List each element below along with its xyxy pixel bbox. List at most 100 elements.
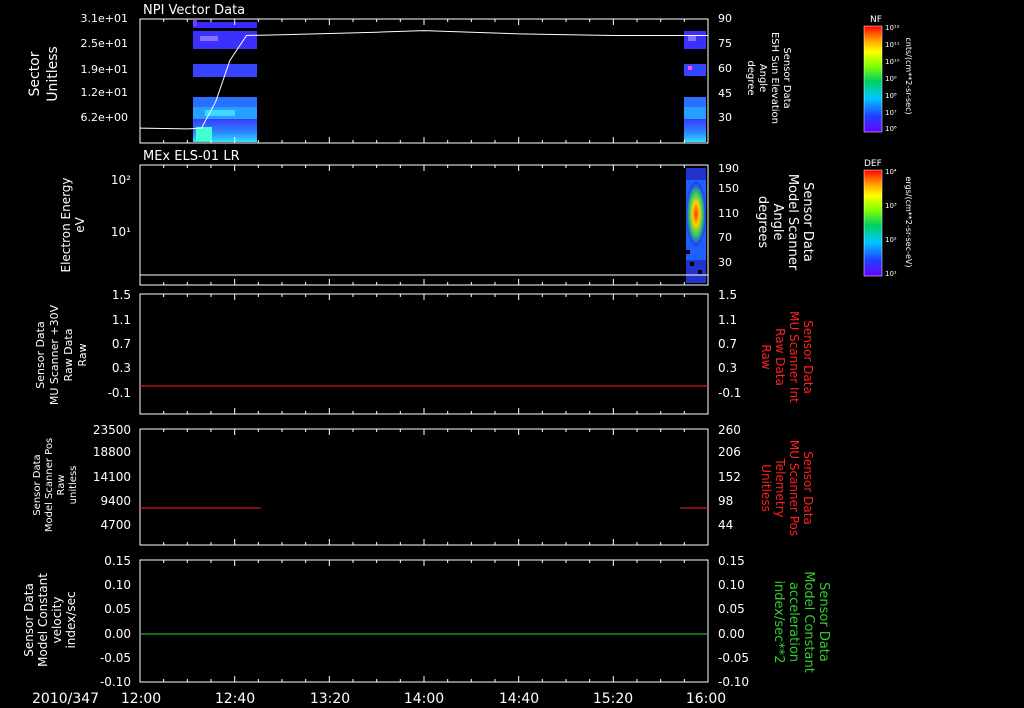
time-tick-label: 16:00	[686, 691, 726, 707]
panel-5-left-ylabel: Sensor Data Model Constant velocity inde…	[22, 573, 78, 667]
panel-3-right-ticklabels: 1.5 1.1 0.7 0.3 -0.1	[718, 288, 741, 400]
colorbar-tick-label: 10²	[885, 236, 897, 244]
colorbar-tick-label: 10¹	[885, 270, 897, 278]
panel-5-ylabel-line: Model Constant	[36, 573, 50, 667]
panel-2-frame	[139, 164, 709, 286]
colorbar-tick-label: 10¹⁰	[885, 58, 900, 66]
y-tick-label: 45	[718, 87, 732, 100]
y-tick-label: -0.1	[718, 386, 741, 400]
y-tick-label: 0.7	[112, 337, 131, 351]
panel-4-right-label-line: Telemetry	[773, 457, 787, 517]
panel-2-heatmap	[686, 168, 706, 283]
panel-4-right-label-line: Unitless	[759, 464, 773, 512]
panel-1-right-ticklabels: 90 75 60 45 30	[718, 12, 732, 124]
y-tick-label: 110	[718, 207, 739, 220]
y-tick-label: -0.05	[718, 651, 749, 665]
panel-2-ylabel-line: eV	[73, 216, 87, 232]
colorbar-tick-label: 10⁷	[885, 109, 897, 117]
panel-1-title: NPI Vector Data	[143, 3, 245, 18]
y-tick-label: 0.3	[112, 361, 131, 375]
colorbar-tick-label: 10⁸	[885, 92, 897, 100]
panel-4-ylabel-line: Raw	[56, 474, 67, 495]
panel-5-frame	[139, 559, 709, 683]
y-tick-label: 0.00	[104, 627, 131, 641]
colorbar-nf-label: NF	[870, 15, 882, 25]
y-tick-label: 1.9e+01	[81, 63, 128, 76]
panel-3-ylabel-line: Sensor Data	[34, 321, 47, 388]
panel-1-right-ylabel: Sensor Data ESH Sun Elevation Angle degr…	[745, 32, 792, 124]
panel-2: MEx ELS-01 LR Electron Energy eV 10² 10¹…	[59, 149, 815, 286]
panel-2-right-label-line: degrees	[755, 196, 770, 249]
panel-5-right-ticklabels: 0.15 0.10 0.05 0.00 -0.05 -0.10	[718, 554, 749, 689]
time-tick-label: 14:40	[499, 691, 539, 707]
panel-5-right-label-line: Sensor Data	[816, 582, 831, 662]
panel-5-right-label-line: index/sec**2	[771, 580, 786, 663]
panel-1-right-label-line: ESH Sun Elevation	[769, 32, 780, 124]
y-tick-label: 30	[718, 256, 732, 269]
panel-3: Sensor Data MU Scanner +30V Raw Data Raw…	[34, 288, 815, 415]
y-tick-label: 4700	[100, 518, 131, 532]
panel-5-left-ticklabels: 0.15 0.10 0.05 0.00 -0.05 -0.10	[100, 554, 131, 689]
panel-1-heatmap	[193, 20, 706, 142]
y-tick-label: 14100	[93, 470, 131, 484]
heatmap-cell	[196, 127, 212, 141]
heatmap-cell	[684, 97, 706, 107]
y-tick-label: -0.10	[100, 675, 131, 689]
y-tick-label: 0.00	[718, 627, 745, 641]
y-tick-label: 0.05	[718, 602, 745, 616]
panel-3-ylabel-line: Raw Data	[62, 329, 75, 382]
panel-1-right-label-line: degree	[745, 60, 756, 95]
panel-1-left-ylabel: Sector Unitless	[27, 46, 61, 102]
colorbar-tick-label: 10⁹	[885, 75, 897, 83]
y-tick-label: 0.3	[718, 361, 737, 375]
y-tick-label: 206	[718, 445, 741, 459]
panel-5-ylabel-line: velocity	[50, 597, 64, 644]
panel-4-right-ticklabels: 260 206 152 98 44	[718, 423, 741, 532]
time-tick-label: 12:40	[215, 691, 255, 707]
panel-4: Sensor Data Model Scanner Pos Raw unitle…	[32, 423, 815, 546]
y-tick-label: 70	[718, 231, 732, 244]
panel-2-right-label-line: Angle	[770, 204, 785, 241]
y-tick-label: 1.1	[112, 313, 131, 327]
panel-4-ylabel-line: unitless	[68, 466, 79, 505]
panel-3-right-label-line: Raw	[759, 344, 773, 369]
panel-1-right-label-line: Angle	[757, 64, 768, 92]
colorbar-tick-label: 10¹¹	[885, 41, 900, 49]
y-tick-label: 0.10	[104, 578, 131, 592]
y-tick-label: 10²	[111, 173, 131, 187]
y-tick-label: 9400	[100, 494, 131, 508]
panel-4-right-ylabel: Sensor Data MU Scanner Pos Telemetry Uni…	[759, 440, 815, 536]
y-tick-label: 1.2e+01	[81, 86, 128, 99]
heatmap-cell	[200, 36, 218, 41]
time-tick-label: 14:00	[404, 691, 444, 707]
colorbar-def-units: ergs/(cm**2-sr-sec-eV)	[904, 176, 913, 267]
colorbar-nf: NF 10¹² 10¹¹ 10¹⁰ 10⁹ 10⁸ 10⁷ 10⁶ cnts/(…	[863, 15, 913, 133]
panel-1-ylabel-line: Sector	[27, 51, 43, 96]
panel-3-right-label-line: Raw Data	[773, 328, 787, 386]
colorbar-def-scale	[863, 169, 883, 277]
panel-5-right-label-line: acceleration	[786, 582, 801, 662]
y-tick-label: 1.5	[718, 288, 737, 302]
y-tick-label: 6.2e+00	[81, 111, 128, 124]
date-label: 2010/347	[32, 691, 99, 707]
panel-5-right-label-line: Model Constant	[801, 571, 816, 673]
y-tick-label: 90	[718, 12, 732, 25]
heatmap-cell	[684, 119, 706, 142]
panel-2-right-label-line: Sensor Data	[800, 182, 815, 262]
y-tick-label: 0.05	[104, 602, 131, 616]
y-tick-label: -0.1	[108, 386, 131, 400]
y-tick-label: 23500	[93, 423, 131, 437]
heatmap-cell	[686, 182, 706, 246]
panel-1: NPI Vector Data Sector Unitless 3.1e+01 …	[27, 3, 792, 144]
panel-2-ylabel-line: Electron Energy	[59, 177, 73, 272]
colorbar-tick-label: 10¹²	[885, 24, 900, 32]
stacked-time-series-figure: NPI Vector Data Sector Unitless 3.1e+01 …	[22, 3, 913, 707]
panel-5-ylabel-line: Sensor Data	[22, 583, 36, 657]
y-tick-label: 190	[718, 162, 739, 175]
panel-3-ylabel-line: Raw	[76, 343, 89, 366]
colorbar-def: DEF 10⁴ 10³ 10² 10¹ ergs/(cm**2-sr-sec-e…	[863, 159, 913, 278]
panel-3-right-label-line: Sensor Data	[801, 320, 815, 394]
time-axis: 2010/347 12:00 12:40 13:20 14:00 14:40 1…	[32, 691, 726, 707]
heatmap-cell	[193, 20, 197, 26]
time-tick-label: 13:20	[310, 691, 350, 707]
